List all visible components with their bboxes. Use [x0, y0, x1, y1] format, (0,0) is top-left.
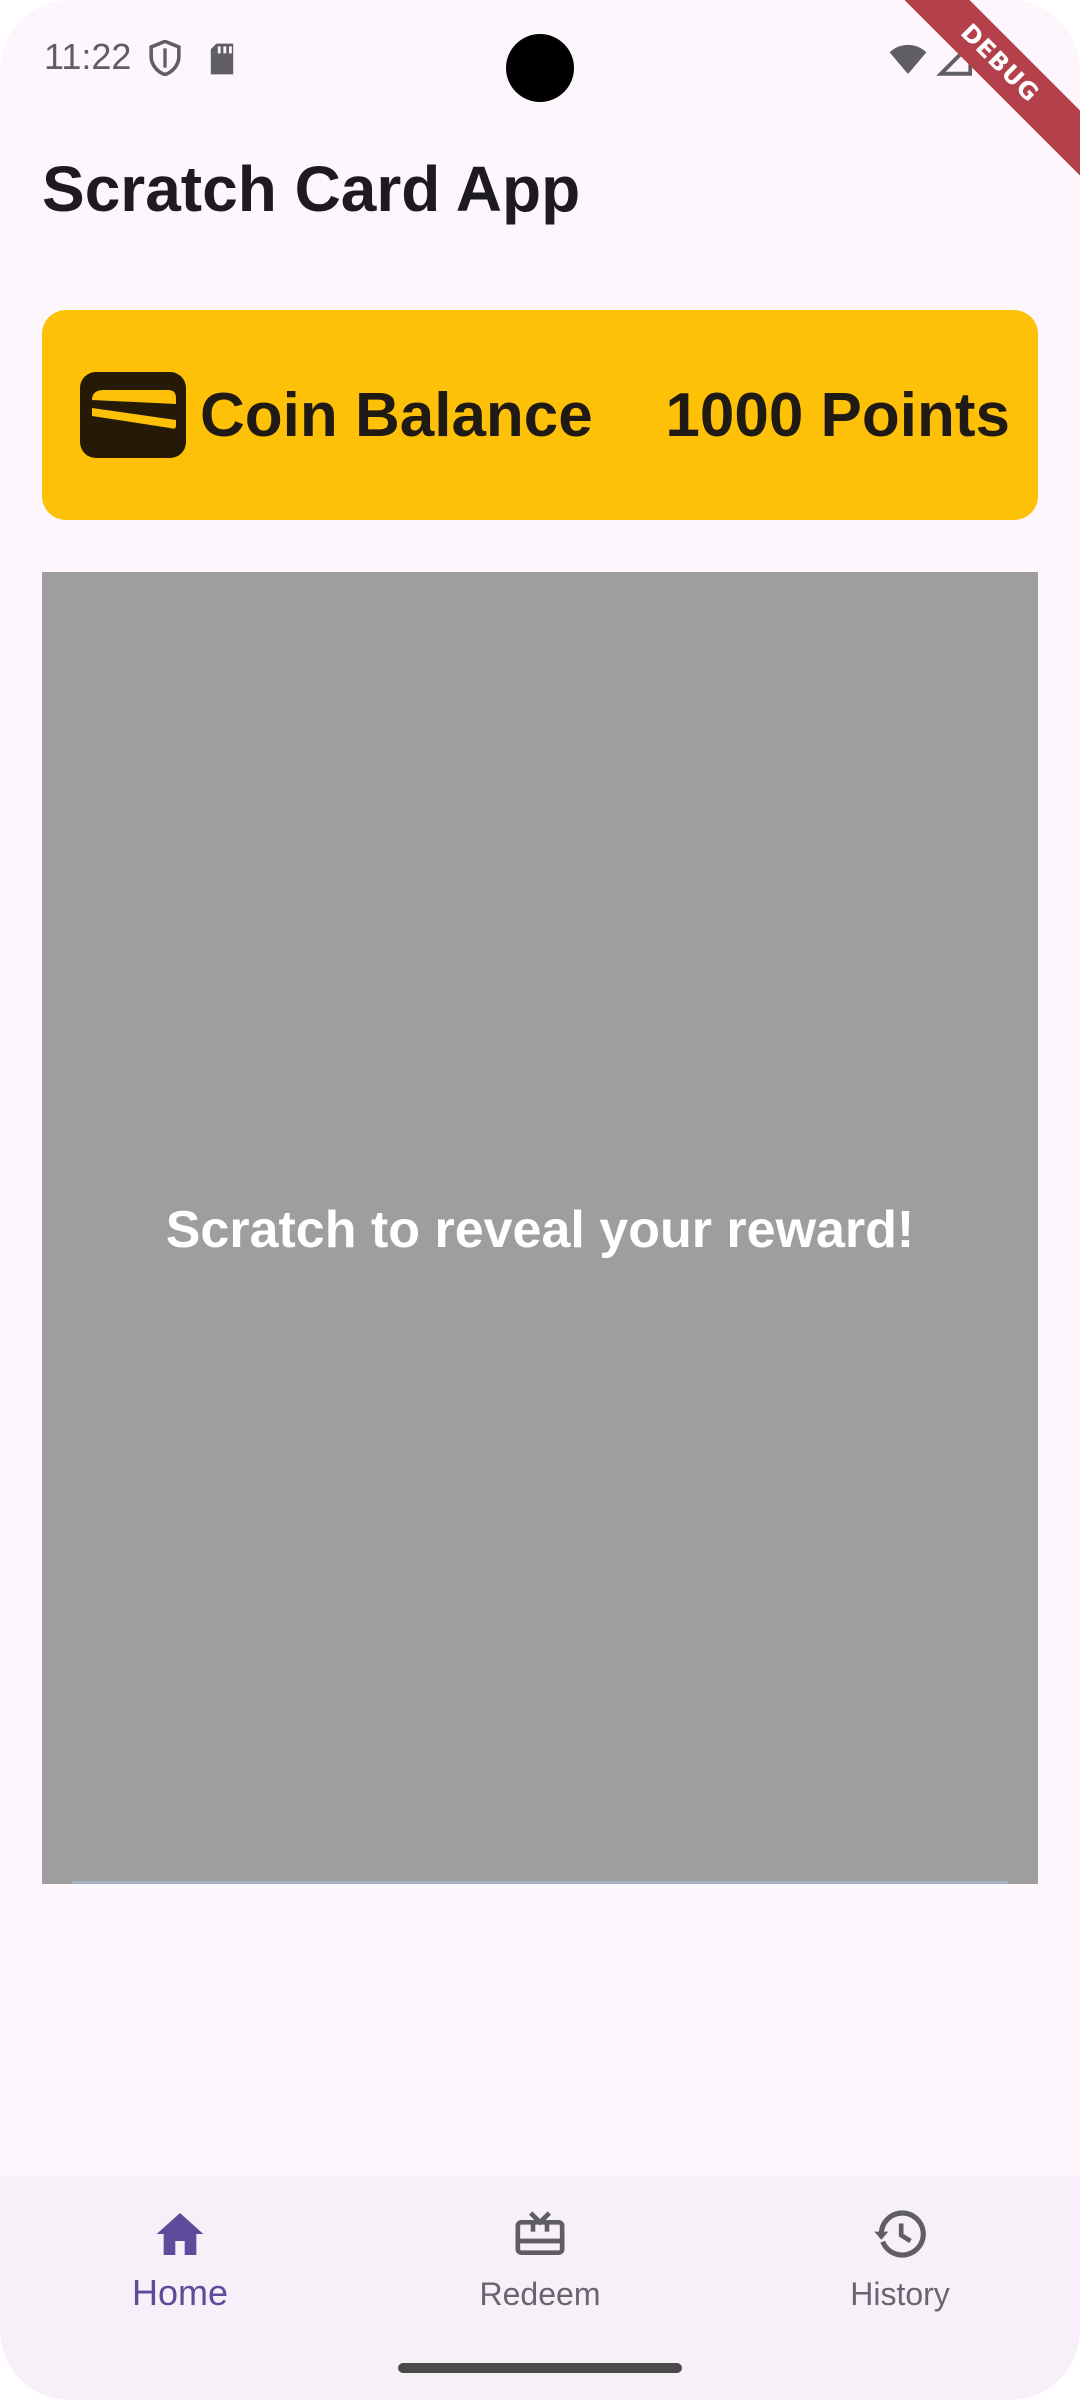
nav-item-home[interactable]: Home	[60, 2206, 300, 2356]
gift-card-icon	[515, 2211, 565, 2255]
nav-item-history[interactable]: History	[780, 2206, 1020, 2356]
sd-card-icon	[210, 43, 234, 75]
wifi-icon	[889, 44, 927, 74]
camera-cutout	[506, 34, 574, 102]
gesture-handle[interactable]	[398, 2363, 682, 2373]
page-title: Scratch Card App	[42, 153, 581, 225]
nav-label-home: Home	[131, 2272, 229, 2313]
coin-balance-value: 1000 Points	[665, 381, 1010, 450]
home-icon	[156, 2213, 204, 2255]
nav-item-redeem[interactable]: Redeem	[420, 2206, 660, 2356]
history-icon	[874, 2210, 926, 2258]
wallet-icon	[80, 372, 186, 458]
status-time: 11:22	[44, 36, 132, 77]
nav-label-history: History	[850, 2276, 950, 2312]
coin-balance-card: Coin Balance 1000 Points	[42, 310, 1038, 520]
coin-balance-label: Coin Balance	[200, 381, 593, 450]
scratch-card-edge	[72, 1881, 1008, 1884]
status-bar: 11:22	[0, 0, 1080, 120]
nav-label-redeem: Redeem	[479, 2276, 601, 2312]
scratch-card[interactable]: Scratch to reveal your reward!	[42, 572, 1038, 1884]
scratch-prompt: Scratch to reveal your reward!	[165, 1201, 915, 1259]
shield-icon	[149, 40, 181, 76]
app-screen: 11:22 DEBUG Scratch Card App Coin Balanc…	[0, 0, 1080, 2400]
